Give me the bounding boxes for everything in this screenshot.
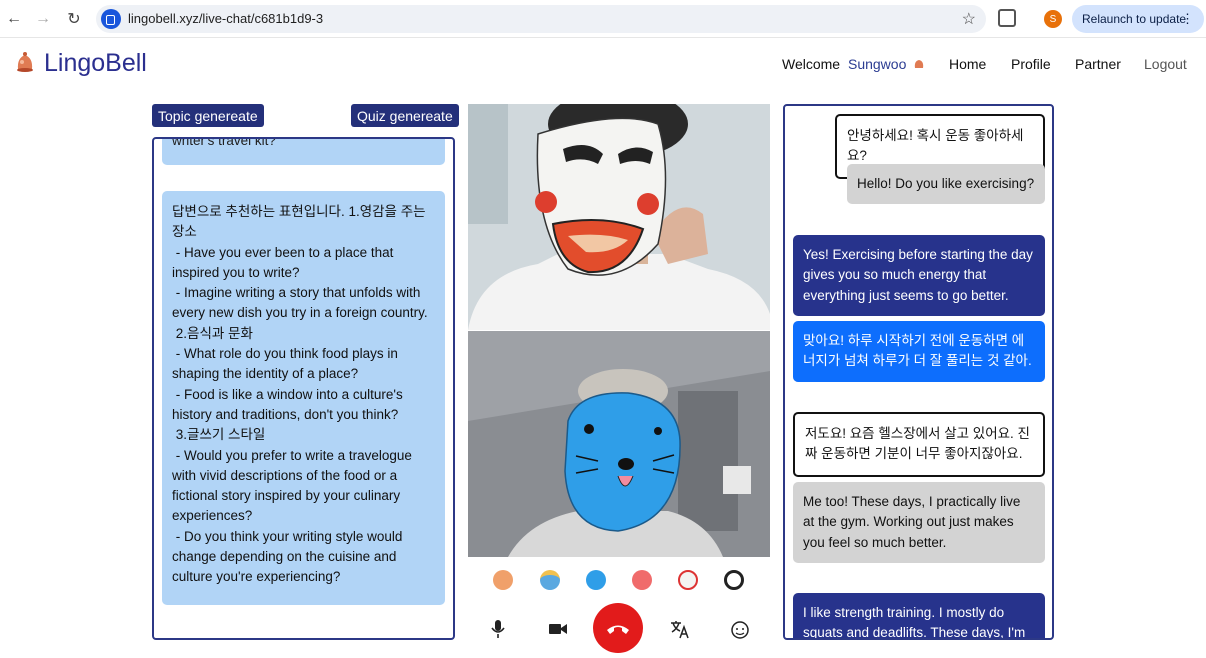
hang-up-icon xyxy=(607,625,629,634)
nav-profile[interactable]: Profile xyxy=(1011,56,1051,72)
forward-arrow-icon[interactable]: → xyxy=(33,9,53,29)
suggestion-panel[interactable]: writer's travel kit? 답변으로 추천하는 표현입니다. 1.… xyxy=(152,137,455,640)
quiz-generate-button[interactable]: Quiz genereate xyxy=(351,104,459,127)
blue-mask-icon[interactable] xyxy=(540,570,560,590)
app-logo-text[interactable]: LingoBell xyxy=(44,49,147,78)
chat-message: 저도요! 요즘 헬스장에서 살고 있어요. 진짜 운동하면 기분이 너무 좋아지… xyxy=(793,412,1045,477)
chat-message: I like strength training. I mostly do sq… xyxy=(793,593,1045,638)
back-arrow-icon[interactable]: ← xyxy=(4,9,24,29)
suggestion-bubble: 답변으로 추천하는 표현입니다. 1.영감을 주는 장소 - Have you … xyxy=(162,191,445,605)
suggestion-bubble-previous: writer's travel kit? xyxy=(162,137,445,165)
remote-video-feed xyxy=(468,104,770,330)
mask-face-icon[interactable] xyxy=(678,570,698,590)
chat-message: Me too! These days, I practically live a… xyxy=(793,482,1045,563)
chat-message: 맞아요! 하루 시작하기 전에 운동하면 에너지가 넘쳐 하루가 더 잘 풀리는… xyxy=(793,321,1045,382)
user-avatar-icon xyxy=(915,60,924,68)
blue-bird-face-icon[interactable] xyxy=(586,570,606,590)
topic-generate-button[interactable]: Topic genereate xyxy=(152,104,264,127)
extensions-icon[interactable] xyxy=(998,9,1016,27)
nav-logout[interactable]: Logout xyxy=(1144,56,1187,72)
welcome-text: Welcome Sungwoo xyxy=(782,56,926,72)
reload-icon[interactable]: ↻ xyxy=(64,9,84,29)
relaunch-button[interactable]: Relaunch to update ⋮ xyxy=(1072,5,1204,33)
chat-message: Hello! Do you like exercising? xyxy=(847,164,1045,205)
site-info-icon[interactable] xyxy=(101,9,121,29)
panda-face-icon[interactable] xyxy=(724,570,744,590)
bookmark-star-icon[interactable]: ☆ xyxy=(962,9,976,29)
end-call-button[interactable] xyxy=(593,603,643,653)
more-menu-icon[interactable]: ⋮ xyxy=(1181,11,1194,27)
bell-logo-icon xyxy=(17,52,33,72)
suggestion-cut-text: writer's travel kit? xyxy=(172,137,276,148)
nav-home[interactable]: Home xyxy=(949,56,986,72)
bear-face-icon[interactable] xyxy=(493,570,513,590)
partner-video-scene xyxy=(468,104,770,330)
nav-partner[interactable]: Partner xyxy=(1075,56,1121,72)
microphone-icon[interactable] xyxy=(486,617,510,641)
red-face-icon[interactable] xyxy=(632,570,652,590)
welcome-label: Welcome xyxy=(782,56,841,72)
local-video-feed xyxy=(468,331,770,557)
address-bar[interactable]: lingobell.xyz/live-chat/c681b1d9-3 ☆ xyxy=(96,5,986,33)
chat-transcript-panel[interactable]: 안녕하세요! 혹시 운동 좋아하세요? Hello! Do you like e… xyxy=(783,104,1054,640)
relaunch-label: Relaunch to update xyxy=(1082,12,1187,26)
chat-message: Yes! Exercising before starting the day … xyxy=(793,235,1045,316)
camera-icon[interactable] xyxy=(546,617,570,641)
self-video-scene xyxy=(468,331,770,557)
face-filter-icon[interactable] xyxy=(728,617,752,641)
browser-toolbar: ← → ↻ lingobell.xyz/live-chat/c681b1d9-3… xyxy=(0,0,1206,38)
user-name: Sungwoo xyxy=(847,56,907,72)
translate-icon[interactable] xyxy=(668,617,692,641)
url-text: lingobell.xyz/live-chat/c681b1d9-3 xyxy=(128,11,324,26)
profile-avatar[interactable]: S xyxy=(1044,10,1062,28)
